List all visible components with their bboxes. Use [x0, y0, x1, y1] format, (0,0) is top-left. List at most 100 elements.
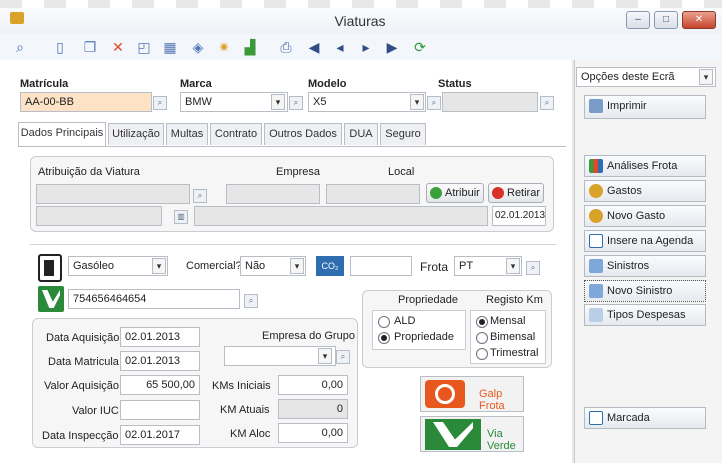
- data-matricula-input[interactable]: 02.01.2013: [120, 351, 200, 371]
- close-button[interactable]: ✕: [682, 11, 716, 29]
- tipos-despesas-button[interactable]: Tipos Despesas: [584, 304, 706, 326]
- comercial-chevron-down-icon[interactable]: ▾: [290, 258, 304, 274]
- prev-icon[interactable]: ◂: [330, 37, 350, 57]
- ald-radio[interactable]: [378, 316, 390, 328]
- window-icon[interactable]: ◰: [134, 37, 154, 57]
- aquisicao-input[interactable]: 02.01.2013: [120, 327, 200, 347]
- via-verde-search-icon[interactable]: ⌕: [244, 294, 258, 308]
- frota-search-icon[interactable]: ⌕: [526, 261, 540, 275]
- preview-icon[interactable]: ⎙: [276, 37, 296, 57]
- km-aloc-input[interactable]: 0,00: [278, 423, 348, 443]
- modelo-search-icon[interactable]: ⌕: [427, 96, 441, 110]
- status-input[interactable]: [442, 92, 538, 112]
- imprimir-label: Imprimir: [607, 100, 647, 112]
- frota-chevron-down-icon[interactable]: ▾: [506, 258, 520, 274]
- tab-seguro[interactable]: Seguro: [380, 123, 426, 145]
- copy-icon[interactable]: ❐: [80, 37, 100, 57]
- marca-search-icon[interactable]: ⌕: [289, 96, 303, 110]
- search-icon[interactable]: ⌕: [10, 37, 30, 57]
- via-verde-button[interactable]: Via Verde: [420, 416, 524, 452]
- divider: [30, 244, 556, 245]
- empresa-grupo-chevron-down-icon[interactable]: ▾: [318, 348, 332, 364]
- star-icon[interactable]: ✷: [214, 37, 234, 57]
- data-matricula-label: Data Matricula: [48, 356, 119, 368]
- atribuicao-notes-input[interactable]: [36, 206, 162, 226]
- refresh-icon[interactable]: ⟳: [410, 37, 430, 57]
- minimize-button[interactable]: –: [626, 11, 650, 29]
- bimensal-radio[interactable]: [476, 332, 488, 344]
- empresa-input[interactable]: [226, 184, 320, 204]
- trimestral-radio[interactable]: [476, 348, 488, 360]
- top-stripes: [0, 0, 722, 8]
- matricula-input[interactable]: AA-00-BB: [20, 92, 152, 112]
- tab-contrato[interactable]: Contrato: [210, 123, 262, 145]
- data-inspeccao-input[interactable]: 02.01.2017: [120, 425, 200, 445]
- tab-outros-dados[interactable]: Outros Dados: [264, 123, 342, 145]
- analises-frota-label: Análises Frota: [607, 160, 678, 172]
- imprimir-button[interactable]: Imprimir: [584, 95, 706, 119]
- tab-dua[interactable]: DUA: [344, 123, 378, 145]
- delete-icon[interactable]: ✕: [108, 37, 128, 57]
- co2-input[interactable]: [350, 256, 412, 276]
- chart-icon[interactable]: ▟: [240, 37, 260, 57]
- atribuicao-input[interactable]: [36, 184, 190, 204]
- modelo-label: Modelo: [308, 78, 347, 90]
- next-icon[interactable]: ▸: [356, 37, 376, 57]
- marca-label: Marca: [180, 78, 212, 90]
- status-search-icon[interactable]: ⌕: [540, 96, 554, 110]
- novo-gasto-button[interactable]: Novo Gasto: [584, 205, 706, 227]
- retirar-red-icon: [492, 187, 504, 199]
- km-atuais-label: KM Atuais: [220, 404, 270, 416]
- via-verde-number-input[interactable]: 754656464654: [68, 289, 240, 309]
- via-verde-logo-icon: [425, 419, 481, 450]
- mensal-radio[interactable]: [476, 316, 488, 328]
- matricula-search-icon[interactable]: ⌕: [153, 96, 167, 110]
- bimensal-label: Bimensal: [490, 331, 536, 343]
- new-car-crash-icon: [589, 284, 603, 298]
- tab-multas[interactable]: Multas: [166, 123, 208, 145]
- modelo-chevron-down-icon[interactable]: ▾: [410, 94, 424, 110]
- calendar-icon[interactable]: ▥: [174, 210, 188, 224]
- km-iniciais-input[interactable]: 0,00: [278, 375, 348, 395]
- atribuir-button[interactable]: Atribuir: [426, 183, 484, 203]
- propriedade-option-label: Propriedade: [394, 331, 454, 343]
- new-doc-icon[interactable]: ▯: [50, 37, 70, 57]
- galp-frota-button[interactable]: Galp Frota: [420, 376, 524, 412]
- opcoes-select[interactable]: Opções deste Ecrã: [576, 67, 716, 87]
- registo-km-label: Registo Km: [486, 294, 543, 306]
- combustivel-chevron-down-icon[interactable]: ▾: [152, 258, 166, 274]
- insere-agenda-button[interactable]: Insere na Agenda: [584, 230, 706, 252]
- valor-aquisicao-label: Valor Aquisição: [44, 380, 120, 392]
- atribuicao-date-input[interactable]: 02.01.2013: [492, 206, 546, 226]
- sinistros-button[interactable]: Sinistros: [584, 255, 706, 277]
- propriedade-label: Propriedade: [398, 294, 458, 306]
- analises-frota-button[interactable]: Análises Frota: [584, 155, 706, 177]
- atribuicao-notes2-input[interactable]: [194, 206, 488, 226]
- tab-dados-principais[interactable]: Dados Principais: [18, 122, 106, 146]
- sinistros-label: Sinistros: [607, 260, 650, 272]
- atribuir-label: Atribuir: [445, 187, 480, 199]
- gastos-button[interactable]: Gastos: [584, 180, 706, 202]
- local-input[interactable]: [326, 184, 420, 204]
- tab-utilizacao[interactable]: Utilização: [108, 123, 164, 145]
- retirar-button[interactable]: Retirar: [488, 183, 544, 203]
- atribuicao-search-icon[interactable]: ⌕: [193, 189, 207, 203]
- maximize-button[interactable]: □: [654, 11, 678, 29]
- opcoes-chevron-down-icon[interactable]: ▾: [699, 69, 713, 85]
- first-icon[interactable]: ◀: [304, 37, 324, 57]
- empresa-grupo-search-icon[interactable]: ⌕: [336, 350, 350, 364]
- cube-icon[interactable]: ◈: [188, 37, 208, 57]
- marca-chevron-down-icon[interactable]: ▾: [271, 94, 285, 110]
- last-icon[interactable]: ▶: [382, 37, 402, 57]
- gastos-label: Gastos: [607, 185, 642, 197]
- app-icon: [10, 12, 24, 24]
- pencil-icon: [589, 308, 603, 322]
- novo-sinistro-button[interactable]: Novo Sinistro: [584, 280, 706, 302]
- grid-icon[interactable]: ▦: [160, 37, 180, 57]
- valor-aquisicao-input[interactable]: 65 500,00: [120, 375, 200, 395]
- marcada-button[interactable]: Marcada: [584, 407, 706, 429]
- modelo-select[interactable]: X5: [308, 92, 426, 112]
- valor-iuc-input[interactable]: [120, 400, 200, 420]
- propriedade-radio[interactable]: [378, 332, 390, 344]
- local-label: Local: [388, 166, 415, 178]
